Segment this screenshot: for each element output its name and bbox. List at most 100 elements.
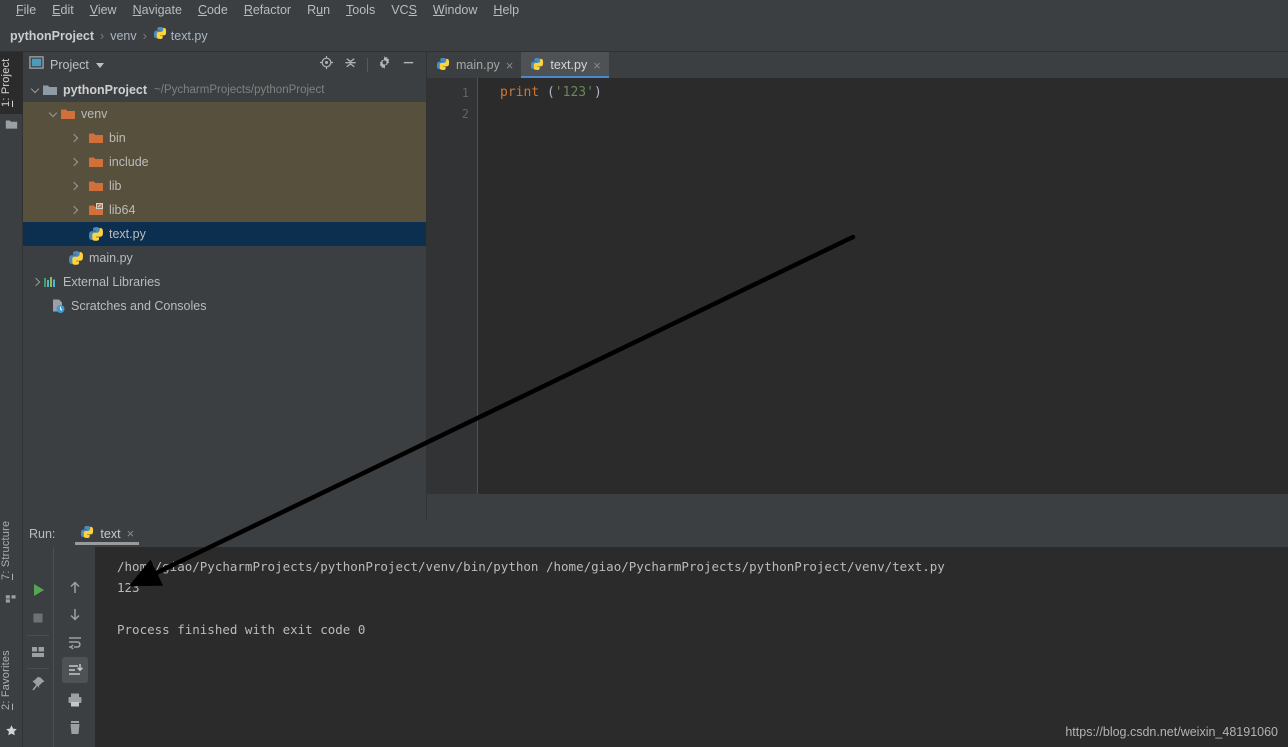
sidebar-tab-project[interactable]: 1: Project bbox=[0, 52, 23, 114]
run-panel-label: Run: bbox=[29, 526, 56, 541]
code-text-area[interactable]: print ('123') bbox=[478, 78, 1288, 494]
pycharm-window: File Edit View Navigate Code Refactor Ru… bbox=[0, 0, 1288, 747]
menu-item-tools[interactable]: Tools bbox=[338, 0, 383, 20]
folder-orange-icon bbox=[88, 154, 104, 170]
chevron-down-icon[interactable] bbox=[49, 109, 60, 120]
breadcrumb-file[interactable]: text.py bbox=[171, 29, 208, 43]
python-file-icon bbox=[530, 57, 544, 74]
toolbar-divider bbox=[27, 668, 49, 669]
tree-item-label: Scratches and Consoles bbox=[71, 299, 207, 313]
sidebar-tab-favorites[interactable]: 2: Favorites bbox=[0, 640, 23, 720]
editor-area: main.py × text.py × 1 2 print ('123') bbox=[427, 52, 1288, 494]
editor-tab-text-py[interactable]: text.py × bbox=[521, 52, 610, 78]
sidebar-tab-project-label: 1: Project bbox=[0, 58, 12, 108]
run-tab-text[interactable]: text × bbox=[73, 520, 141, 547]
breadcrumb-separator-2: › bbox=[142, 28, 147, 43]
menu-item-run[interactable]: Run bbox=[299, 0, 338, 20]
close-icon[interactable]: × bbox=[506, 59, 514, 72]
down-arrow-icon[interactable] bbox=[62, 601, 88, 627]
code-token-string: '123' bbox=[554, 85, 594, 100]
run-tool-window: Run: text × /home/giao/PycharmProjects/p… bbox=[23, 520, 1288, 747]
tree-item-main-py[interactable]: main.py bbox=[23, 246, 426, 270]
tree-item-lib64[interactable]: lib64 bbox=[23, 198, 426, 222]
menu-item-navigate[interactable]: Navigate bbox=[125, 0, 190, 20]
breadcrumb: pythonProject › venv › text.py bbox=[0, 20, 1288, 52]
menu-item-vcs[interactable]: VCS bbox=[383, 0, 425, 20]
menu-item-code[interactable]: Code bbox=[190, 0, 236, 20]
code-editor[interactable]: 1 2 print ('123') bbox=[427, 78, 1288, 494]
chevron-down-icon[interactable] bbox=[31, 85, 42, 96]
tree-item-label: lib64 bbox=[109, 203, 136, 217]
locate-target-icon[interactable] bbox=[319, 55, 334, 75]
chevron-right-icon[interactable] bbox=[69, 133, 80, 144]
run-panel-body: /home/giao/PycharmProjects/pythonProject… bbox=[23, 547, 1288, 747]
menu-item-window[interactable]: Window bbox=[425, 0, 485, 20]
tree-item-scratches-and-consoles[interactable]: Scratches and Consoles bbox=[23, 294, 426, 318]
tree-item-label: bin bbox=[109, 131, 126, 145]
editor-bottom-filler bbox=[427, 494, 1288, 520]
tree-item-include[interactable]: include bbox=[23, 150, 426, 174]
run-toolbar-secondary bbox=[53, 547, 95, 747]
menu-item-file[interactable]: File bbox=[8, 0, 44, 20]
tree-item-pythonproject[interactable]: pythonProject ~/PycharmProjects/pythonPr… bbox=[23, 78, 426, 102]
close-icon[interactable]: × bbox=[127, 526, 135, 541]
project-panel-header: Project bbox=[23, 52, 426, 78]
chevron-down-icon[interactable] bbox=[95, 62, 104, 68]
run-icon[interactable] bbox=[25, 577, 51, 603]
tree-item-venv[interactable]: venv bbox=[23, 102, 426, 126]
menu-bar: File Edit View Navigate Code Refactor Ru… bbox=[0, 0, 1288, 20]
run-tab-label: text bbox=[100, 526, 121, 541]
collapse-all-icon[interactable] bbox=[343, 55, 358, 75]
chevron-right-icon[interactable] bbox=[31, 277, 42, 288]
breadcrumb-separator-1: › bbox=[100, 28, 105, 43]
menu-item-edit[interactable]: Edit bbox=[44, 0, 82, 20]
editor-gutter[interactable]: 1 2 bbox=[427, 78, 478, 494]
tree-item-label: include bbox=[109, 155, 149, 169]
stop-icon[interactable] bbox=[25, 605, 51, 631]
tree-item-label: lib bbox=[109, 179, 122, 193]
python-file-icon bbox=[80, 525, 94, 542]
soft-wrap-icon[interactable] bbox=[62, 629, 88, 655]
menu-item-help[interactable]: Help bbox=[485, 0, 527, 20]
tree-item-bin[interactable]: bin bbox=[23, 126, 426, 150]
structure-icon bbox=[5, 592, 18, 605]
up-arrow-icon[interactable] bbox=[62, 575, 88, 601]
python-file-icon bbox=[68, 250, 84, 266]
project-tool-window: Project pythonProject ~/PycharmProjects/… bbox=[23, 52, 427, 520]
star-icon bbox=[5, 724, 18, 737]
menu-item-refactor[interactable]: Refactor bbox=[236, 0, 299, 20]
tree-item-label: pythonProject bbox=[63, 83, 148, 97]
libraries-icon bbox=[42, 274, 58, 290]
scroll-to-end-icon[interactable] bbox=[62, 657, 88, 683]
editor-tab-bar: main.py × text.py × bbox=[427, 52, 1288, 78]
minimize-icon[interactable] bbox=[401, 55, 416, 75]
breadcrumb-project[interactable]: pythonProject bbox=[10, 29, 94, 43]
layout-icon[interactable] bbox=[25, 639, 51, 665]
console-output[interactable]: /home/giao/PycharmProjects/pythonProject… bbox=[95, 547, 1288, 747]
chevron-right-icon[interactable] bbox=[69, 205, 80, 216]
tree-item-external-libraries[interactable]: External Libraries bbox=[23, 270, 426, 294]
left-tool-strip: 1: Project 7: Structure 2: Favorites bbox=[0, 52, 23, 747]
folder-module-icon bbox=[42, 82, 58, 98]
console-line: 123 bbox=[117, 580, 140, 595]
folder-orange-icon bbox=[88, 178, 104, 194]
menu-item-view[interactable]: View bbox=[82, 0, 125, 20]
sidebar-tab-favorites-label: 2: Favorites bbox=[0, 650, 12, 710]
console-line: /home/giao/PycharmProjects/pythonProject… bbox=[117, 559, 945, 574]
tree-item-lib[interactable]: lib bbox=[23, 174, 426, 198]
tree-item-path: ~/PycharmProjects/pythonProject bbox=[154, 84, 325, 96]
folder-orange-icon bbox=[88, 130, 104, 146]
sidebar-tab-structure[interactable]: 7: Structure bbox=[0, 510, 23, 590]
trash-icon[interactable] bbox=[62, 715, 88, 741]
code-token-close-paren: ) bbox=[593, 85, 602, 100]
print-icon[interactable] bbox=[62, 687, 88, 713]
gear-icon[interactable] bbox=[377, 55, 392, 75]
breadcrumb-folder[interactable]: venv bbox=[110, 29, 136, 43]
editor-tab-main-py[interactable]: main.py × bbox=[427, 52, 521, 78]
chevron-right-icon[interactable] bbox=[69, 181, 80, 192]
tree-item-text-py[interactable]: text.py bbox=[23, 222, 426, 246]
close-icon[interactable]: × bbox=[593, 59, 601, 72]
tree-item-label: main.py bbox=[89, 251, 133, 265]
chevron-right-icon[interactable] bbox=[69, 157, 80, 168]
pin-icon[interactable] bbox=[25, 671, 51, 697]
